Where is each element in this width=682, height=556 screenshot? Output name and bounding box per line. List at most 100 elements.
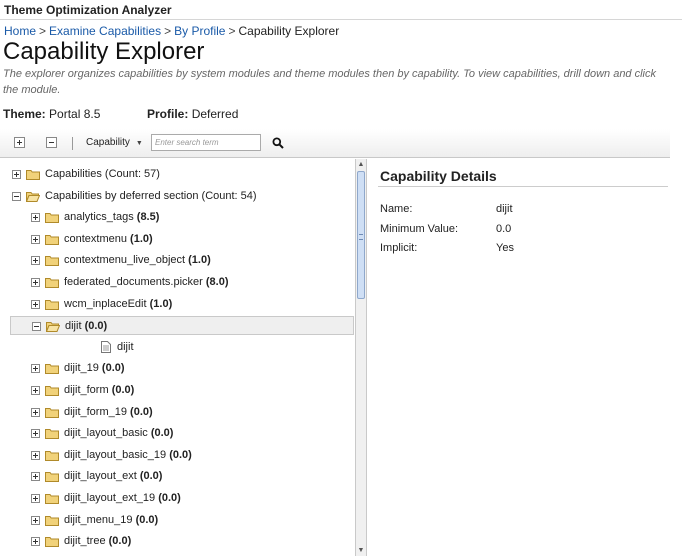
tree-item-name: dijit [65,320,82,333]
toolbar-divider [72,137,73,150]
search-input[interactable] [151,134,261,151]
tree-item-name: Capabilities by deferred section [45,189,199,202]
folder-icon [45,255,59,267]
tree-item-label: dijit_layout_ext (0.0) [64,470,162,482]
tree-item-value: (8.0) [205,276,229,288]
folder-open-icon [25,191,41,202]
title-divider [0,19,682,20]
expand-toggle-icon[interactable] [31,537,40,547]
expand-toggle-icon[interactable] [31,299,40,309]
scroll-thumb[interactable] [357,171,365,299]
tree-item-value: (0.0) [130,405,153,418]
folder-icon [45,515,59,526]
search-type-select[interactable]: Capability ▼ [86,137,143,148]
breadcrumb-home[interactable]: Home [4,24,36,38]
tree-item-value: (0.0) [139,470,163,483]
collapse-toggle-icon[interactable] [32,322,41,332]
tree-item-label: dijit [117,340,134,353]
detail-min-label: Minimum Value: [380,223,459,235]
tree-item-name: contextmenu [64,232,127,245]
expand-toggle-icon[interactable] [31,450,40,460]
theme-value: Portal 8.5 [49,107,101,121]
tree-item-value: (0.0) [158,492,181,504]
details-divider [378,186,668,187]
detail-implicit-value: Yes [496,242,514,254]
tree-item-name: dijit_tree [64,535,106,548]
tree-item-name: dijit_form_19 [64,405,127,418]
profile-label: Profile: [147,107,189,121]
expand-toggle-icon[interactable] [31,278,40,287]
tree-item-name: dijit_menu_19 [64,513,133,526]
expand-toggle-icon[interactable] [31,515,40,525]
tree-item-label: dijit_layout_basic_19 (0.0) [64,449,192,461]
detail-name-value: dijit [496,203,513,215]
breadcrumb-separator: > [228,24,236,38]
breadcrumb-examine-capabilities[interactable]: Examine Capabilities [49,24,161,38]
scroll-up-icon[interactable]: ▲ [356,159,366,171]
profile-value: Deferred [191,107,239,121]
expand-toggle-icon[interactable] [31,256,40,266]
tree-item-value: (0.0) [84,320,108,333]
expand-toggle-icon[interactable] [31,234,40,244]
search-type-value: Capability [86,137,130,148]
tree-item-label: contextmenu_live_object (1.0) [64,254,211,266]
page-title: Capability Explorer [3,38,205,65]
tree-item-name: dijit_layout_basic_19 [64,448,167,461]
tree-item-name: dijit_layout_basic [64,427,148,440]
expand-toggle-icon[interactable] [31,472,40,482]
tree-item-name: dijit_form [64,384,109,396]
chevron-down-icon: ▼ [135,140,143,147]
expand-toggle-icon[interactable] [31,494,40,503]
expand-toggle-icon[interactable] [31,429,40,439]
scroll-down-icon[interactable]: ▼ [356,546,366,556]
tree-item-value: (1.0) [149,297,173,310]
detail-implicit-label: Implicit: [380,242,418,254]
profile-info: Profile: Deferred [147,107,238,121]
expand-toggle-icon[interactable] [31,407,40,417]
tree-item-label: dijit_menu_19 (0.0) [64,514,158,526]
tree-item-label: dijit_form_19 (0.0) [64,406,153,418]
tree-item-name: federated_documents.picker [64,276,203,288]
app-title: Theme Optimization Analyzer [4,3,172,17]
tree-item-label: federated_documents.picker (8.0) [64,276,229,288]
expand-toggle-icon[interactable] [12,170,21,179]
expand-toggle-icon[interactable] [31,213,40,223]
collapse-all-icon[interactable] [46,137,57,148]
tree-item-label: dijit (0.0) [65,320,107,332]
tree-item-name: Capabilities [45,168,102,180]
tree-item-name: contextmenu_live_object [64,254,186,267]
tree-item-value: (0.0) [111,384,135,396]
tree-scrollbar[interactable]: ▲ ▼ [355,159,367,556]
search-icon[interactable] [272,137,284,149]
expand-all-icon[interactable] [14,137,25,148]
tree-item-value: (1.0) [130,232,153,245]
collapse-toggle-icon[interactable] [12,191,21,201]
tree-item-value: (0.0) [135,513,159,526]
tree-item-value: (0.0) [169,448,192,461]
tree-item-label: dijit_19 (0.0) [64,362,125,374]
detail-name-label: Name: [380,203,413,215]
tree-item-label: Capabilities (Count: 57) [45,168,160,180]
tree-item-name: dijit_19 [64,362,99,375]
folder-icon [45,407,59,418]
tree-item-name: dijit_layout_ext [64,470,137,483]
folder-icon [45,299,59,310]
breadcrumb-separator: > [164,24,172,38]
tree-item-label: dijit_layout_basic (0.0) [64,427,173,439]
tree-item-count: (Count: 57) [101,168,160,180]
tree-node[interactable]: dijit (0.0) [10,316,354,336]
breadcrumb-current: Capability Explorer [238,24,340,38]
folder-icon [45,493,59,504]
breadcrumb-separator: > [39,24,47,38]
folder-icon [45,450,59,461]
folder-icon [45,212,59,224]
capability-tree: Capabilities (Count: 57) Capabilities by … [0,159,355,556]
tree-item-count: (Count: 54) [198,189,257,202]
tree-item-name: dijit_layout_ext_19 [64,492,156,504]
expand-toggle-icon[interactable] [31,364,40,374]
folder-icon [45,471,59,483]
expand-toggle-icon[interactable] [31,386,40,395]
breadcrumb-by-profile[interactable]: By Profile [174,24,225,38]
details-title: Capability Details [380,168,497,184]
tree-item-name: analytics_tags [64,211,134,224]
